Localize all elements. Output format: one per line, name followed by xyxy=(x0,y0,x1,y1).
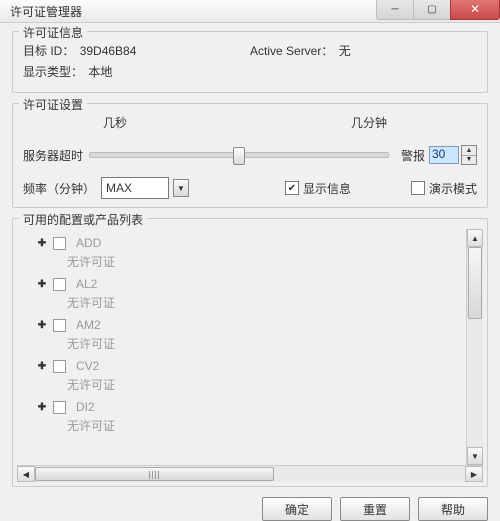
scroll-thumb[interactable] xyxy=(468,247,482,319)
frequency-value: MAX xyxy=(106,181,132,195)
scroll-thumb[interactable] xyxy=(35,467,274,481)
product-status: 无许可证 xyxy=(67,335,460,352)
display-type-value: 本地 xyxy=(88,63,112,80)
list-item[interactable]: ✚ ADD 无许可证 xyxy=(37,235,460,270)
license-info-group: 许可证信息 目标 ID： 39D46B84 显示类型： 本地 Active Se… xyxy=(12,31,488,93)
expand-icon[interactable]: ✚ xyxy=(37,361,47,371)
ok-button[interactable]: 确定 xyxy=(262,497,332,521)
server-timeout-label: 服务器超时 xyxy=(23,147,83,164)
alarm-input[interactable]: 30 xyxy=(429,146,459,164)
product-list-group: 可用的配置或产品列表 ✚ADD无许可证✚AL2无许可证✚AM2无许可证✚CV2无… xyxy=(12,218,488,487)
titlebar: 许可证管理器 ─ ▢ ✕ xyxy=(0,0,500,23)
horizontal-scrollbar[interactable]: ◀ ▶ xyxy=(17,465,483,482)
license-settings-group: 许可证设置 几秒 几分钟 服务器超时 警报 30 ▲ ▼ 频率（分钟） MAX xyxy=(12,103,488,208)
slider-thumb[interactable] xyxy=(233,147,245,165)
footer-buttons: 确定 重置 帮助 xyxy=(0,493,500,521)
product-code: AM2 xyxy=(76,318,101,332)
minutes-label: 几分钟 xyxy=(351,114,387,131)
target-id-value: 39D46B84 xyxy=(80,44,137,58)
license-settings-legend: 许可证设置 xyxy=(19,96,87,113)
spin-up-icon[interactable]: ▲ xyxy=(462,146,476,156)
frequency-label: 频率（分钟） xyxy=(23,180,95,197)
expand-icon[interactable]: ✚ xyxy=(37,238,47,248)
minimize-button[interactable]: ─ xyxy=(376,0,414,20)
list-item[interactable]: ✚ DI2 无许可证 xyxy=(37,399,460,434)
show-info-label: 显示信息 xyxy=(303,180,351,197)
chevron-down-icon[interactable]: ▼ xyxy=(173,179,189,197)
help-button[interactable]: 帮助 xyxy=(418,497,488,521)
alarm-label: 警报 xyxy=(401,147,425,164)
product-code: AL2 xyxy=(76,277,97,291)
product-code: DI2 xyxy=(76,400,95,414)
demo-mode-checkbox[interactable]: 演示模式 xyxy=(411,180,477,197)
product-status: 无许可证 xyxy=(67,417,460,434)
list-item[interactable]: ✚ AL2 无许可证 xyxy=(37,276,460,311)
alarm-spinner[interactable]: ▲ ▼ xyxy=(461,145,477,165)
scroll-down-icon[interactable]: ▼ xyxy=(467,447,483,465)
product-code: ADD xyxy=(76,236,101,250)
scroll-up-icon[interactable]: ▲ xyxy=(467,229,483,247)
maximize-button[interactable]: ▢ xyxy=(413,0,451,20)
expand-icon[interactable]: ✚ xyxy=(37,402,47,412)
scroll-right-icon[interactable]: ▶ xyxy=(465,466,483,482)
expand-icon[interactable]: ✚ xyxy=(37,320,47,330)
spin-down-icon[interactable]: ▼ xyxy=(462,156,476,165)
license-info-legend: 许可证信息 xyxy=(19,24,87,41)
frequency-select[interactable]: MAX xyxy=(101,177,169,199)
checkbox-icon: ✔ xyxy=(285,181,299,195)
product-status: 无许可证 xyxy=(67,294,460,311)
list-item[interactable]: ✚ AM2 无许可证 xyxy=(37,317,460,352)
product-checkbox[interactable] xyxy=(53,319,66,332)
product-checkbox[interactable] xyxy=(53,360,66,373)
product-list-legend: 可用的配置或产品列表 xyxy=(19,211,147,228)
close-button[interactable]: ✕ xyxy=(450,0,500,20)
reset-button[interactable]: 重置 xyxy=(340,497,410,521)
seconds-label: 几秒 xyxy=(103,114,127,131)
product-list[interactable]: ✚ ADD 无许可证 ✚ AL2 无许可证 ✚ AM2 无许可证 ✚ CV2 无许可证 ✚ DI2 无许可证 xyxy=(17,229,466,465)
target-id-label: 目标 ID： xyxy=(23,42,74,59)
expand-icon[interactable]: ✚ xyxy=(37,279,47,289)
active-server-label: Active Server： xyxy=(250,42,333,59)
active-server-value: 无 xyxy=(339,42,351,59)
scroll-left-icon[interactable]: ◀ xyxy=(17,466,35,482)
checkbox-icon xyxy=(411,181,425,195)
product-code: CV2 xyxy=(76,359,99,373)
demo-mode-label: 演示模式 xyxy=(429,180,477,197)
list-item[interactable]: ✚ CV2 无许可证 xyxy=(37,358,460,393)
product-checkbox[interactable] xyxy=(53,237,66,250)
product-checkbox[interactable] xyxy=(53,401,66,414)
product-status: 无许可证 xyxy=(67,253,460,270)
vertical-scrollbar[interactable]: ▲ ▼ xyxy=(466,229,483,465)
show-info-checkbox[interactable]: ✔ 显示信息 xyxy=(285,180,351,197)
window-title: 许可证管理器 xyxy=(10,3,82,20)
display-type-label: 显示类型： xyxy=(23,63,83,80)
product-status: 无许可证 xyxy=(67,376,460,393)
server-timeout-slider[interactable] xyxy=(89,152,389,158)
product-checkbox[interactable] xyxy=(53,278,66,291)
